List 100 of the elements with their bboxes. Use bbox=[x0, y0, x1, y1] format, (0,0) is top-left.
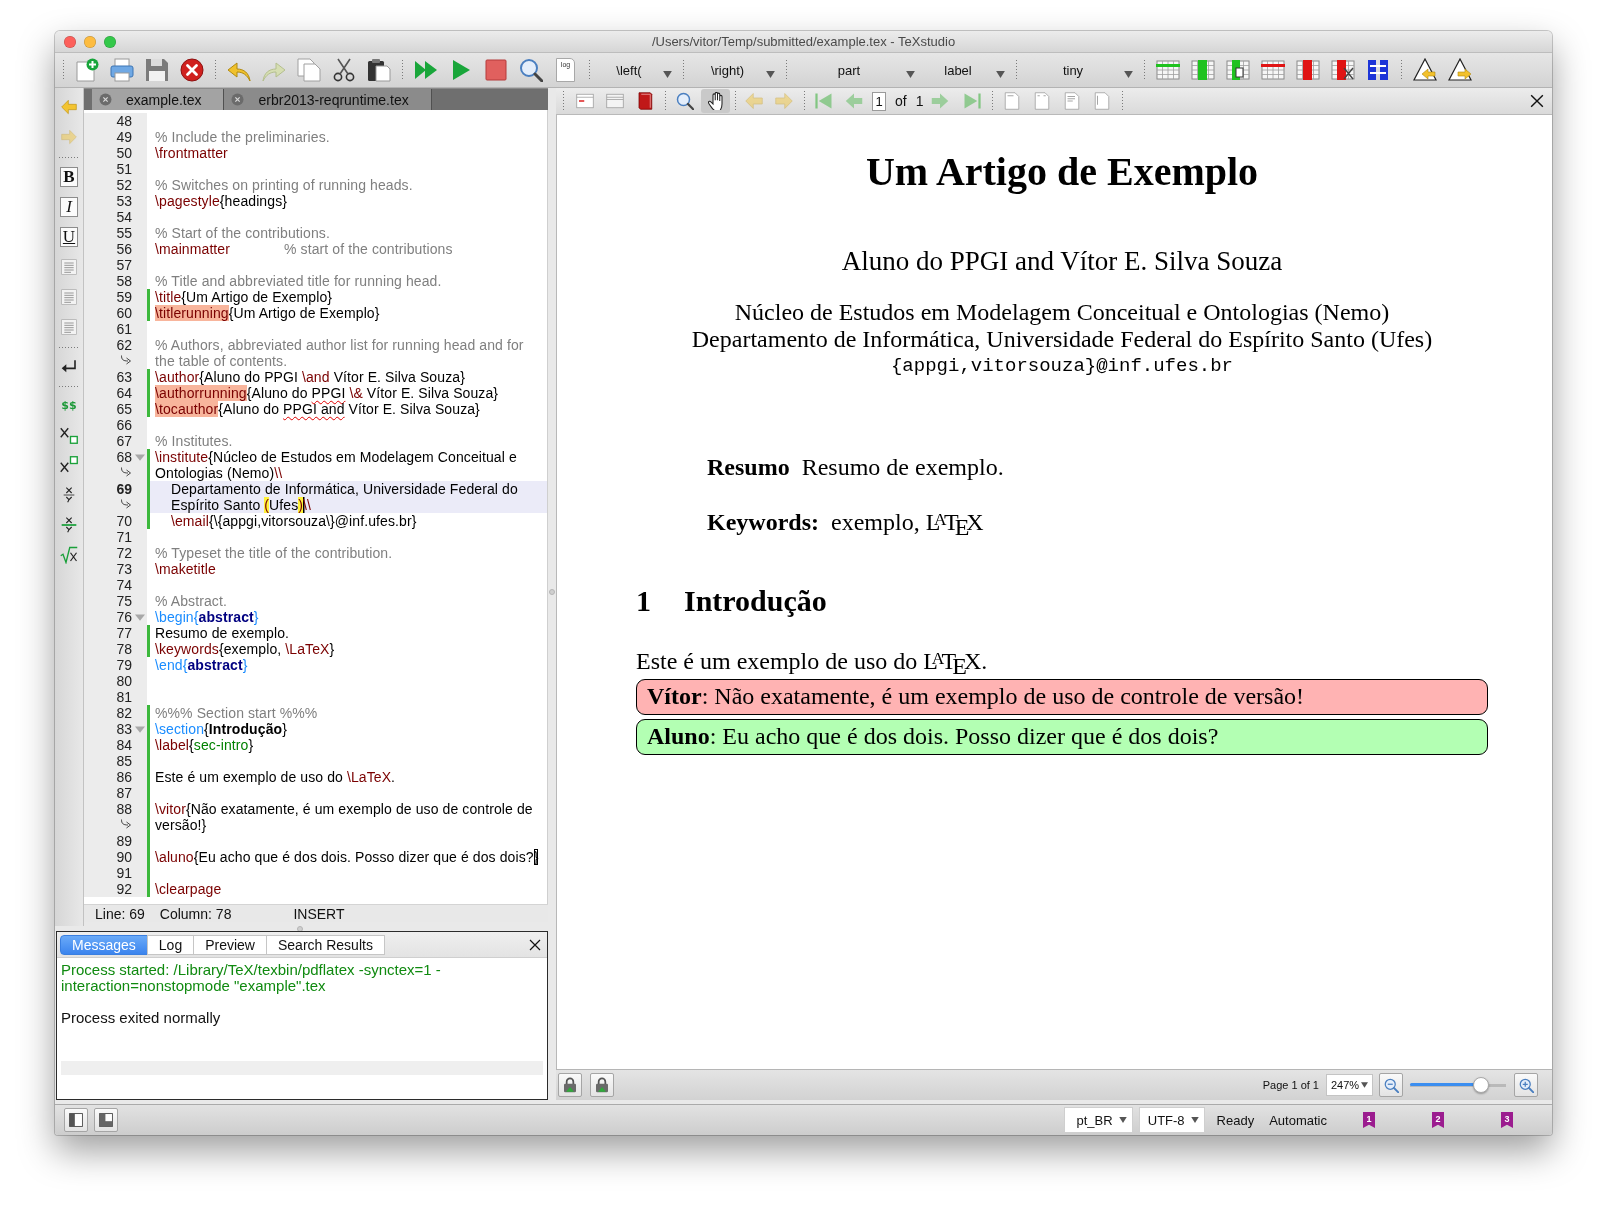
search-icon[interactable] bbox=[676, 92, 694, 110]
split-view-icon[interactable] bbox=[576, 92, 594, 110]
layout-button[interactable] bbox=[64, 1108, 88, 1132]
page-icon[interactable] bbox=[1093, 92, 1112, 110]
toolbar-dropdown[interactable]: tiny bbox=[1022, 56, 1138, 84]
text-lines-icon[interactable] bbox=[61, 319, 77, 335]
affiliation-line: Núcleo de Estudos em Modelagem Conceitual e Ontologias (Nemo) bbox=[734, 299, 1390, 326]
hand-tool-button[interactable] bbox=[701, 89, 730, 113]
code-line: \clearpage bbox=[155, 881, 222, 897]
language-dropdown[interactable]: pt_BR bbox=[1063, 1107, 1133, 1133]
double-play-icon[interactable] bbox=[413, 58, 438, 82]
code-line: versão!} bbox=[155, 817, 207, 833]
book-icon[interactable] bbox=[636, 92, 654, 110]
close-icon[interactable] bbox=[529, 938, 541, 951]
table-column-icon[interactable] bbox=[1190, 58, 1215, 82]
text-lines-icon[interactable] bbox=[61, 259, 77, 275]
fold-triangle-icon[interactable] bbox=[134, 725, 145, 733]
return-arrow-icon[interactable] bbox=[61, 359, 77, 375]
caret-icon[interactable] bbox=[1361, 1082, 1369, 1088]
code-line: Este é um exemplo de uso do \LaTeX. bbox=[155, 769, 396, 785]
text-lines-icon[interactable] bbox=[61, 289, 77, 305]
window-zoom-button[interactable] bbox=[104, 35, 116, 48]
toolbar-dropdown[interactable]: \left( bbox=[595, 56, 677, 84]
page-plus-icon[interactable] bbox=[74, 58, 99, 82]
stacked-pages-icon[interactable] bbox=[296, 58, 321, 82]
table-row-icon[interactable] bbox=[1260, 58, 1285, 82]
page-icon[interactable] bbox=[1063, 92, 1082, 110]
caret-icon[interactable] bbox=[1118, 1117, 1127, 1123]
triangle-arrow-icon[interactable] bbox=[1447, 58, 1472, 82]
abstract-label: Resumo bbox=[707, 454, 790, 481]
toolbar-dropdown[interactable]: label bbox=[920, 56, 1010, 84]
table-column-scissors-icon[interactable] bbox=[1330, 58, 1355, 82]
panel-layout-icon[interactable] bbox=[69, 1113, 83, 1127]
page-number-field[interactable]: 1 bbox=[872, 91, 886, 111]
triangle-arrow-icon[interactable] bbox=[1412, 58, 1437, 82]
keywords-label: Keywords: bbox=[707, 509, 819, 536]
hand-icon[interactable] bbox=[706, 92, 725, 110]
line-number: 76 bbox=[116, 609, 132, 625]
caret-icon[interactable] bbox=[906, 71, 915, 78]
line-number: 58 bbox=[116, 273, 132, 289]
scissors-icon[interactable] bbox=[331, 58, 356, 82]
table-row-icon[interactable] bbox=[1155, 58, 1180, 82]
line-number: 84 bbox=[116, 737, 132, 753]
caret-icon[interactable] bbox=[663, 71, 672, 78]
italic-button[interactable]: I bbox=[60, 197, 78, 217]
bookmark-button[interactable]: 2 bbox=[1432, 1112, 1444, 1128]
code-line: \maketitle bbox=[155, 561, 216, 577]
layout-button[interactable] bbox=[94, 1108, 118, 1132]
splitter-handle[interactable] bbox=[549, 589, 555, 595]
bookmark-button[interactable]: 1 bbox=[1363, 1112, 1375, 1128]
line-number: 87 bbox=[116, 785, 132, 801]
fraction-icon[interactable] bbox=[61, 487, 77, 503]
fold-triangle-icon[interactable] bbox=[134, 613, 145, 621]
caret-icon[interactable] bbox=[1124, 71, 1133, 78]
clipboard-icon[interactable] bbox=[366, 58, 391, 82]
bookmark-button[interactable]: 3 bbox=[1501, 1112, 1513, 1128]
caret-icon[interactable] bbox=[1190, 1117, 1199, 1123]
slider-thumb[interactable] bbox=[1473, 1077, 1490, 1093]
code-line: % Abstract. bbox=[155, 593, 227, 609]
code-line: the table of contents. bbox=[155, 353, 288, 369]
panel-layout-icon[interactable] bbox=[99, 1113, 113, 1127]
bold-button[interactable]: B bbox=[60, 167, 78, 187]
panel-tab[interactable]: Search Results bbox=[265, 934, 385, 955]
table-column-icon[interactable] bbox=[1295, 58, 1320, 82]
fold-triangle-icon[interactable] bbox=[134, 453, 145, 461]
window-close-button[interactable] bbox=[64, 35, 76, 48]
toolbar-dropdown[interactable]: \right) bbox=[689, 56, 780, 84]
table-cell-icon[interactable] bbox=[1225, 58, 1250, 82]
line-number: 63 bbox=[116, 369, 132, 385]
wrap-arrow-icon bbox=[120, 467, 132, 479]
fraction-icon[interactable] bbox=[61, 517, 77, 533]
line-number: 57 bbox=[116, 257, 132, 273]
square-root-icon[interactable] bbox=[60, 546, 78, 564]
insert-mode-label: INSERT bbox=[293, 905, 345, 922]
table-split-icon[interactable] bbox=[1365, 58, 1390, 82]
code-line: \tocauthor{Aluno do PPGI and Vítor E. Silva Souza} bbox=[155, 401, 480, 417]
superscript-icon[interactable] bbox=[60, 456, 78, 474]
panel-tab[interactable]: Log bbox=[146, 934, 195, 955]
panel-tab[interactable]: Preview bbox=[193, 934, 267, 955]
printer-icon[interactable] bbox=[109, 58, 134, 82]
underline-button[interactable]: U bbox=[60, 227, 78, 247]
close-icon[interactable] bbox=[179, 58, 204, 82]
search-icon[interactable] bbox=[518, 58, 543, 82]
encoding-dropdown[interactable]: UTF-8 bbox=[1138, 1107, 1205, 1133]
section-title: Introdução bbox=[684, 583, 827, 619]
code-line: \vitor{Não exatamente, é um exemplo de uso de controle de bbox=[155, 801, 533, 817]
line-number: 91 bbox=[116, 865, 132, 881]
close-icon[interactable] bbox=[1530, 94, 1544, 108]
editor-tab[interactable]: example.tex bbox=[92, 89, 225, 110]
code-line: Departamento de Informática, Universidade Federal do bbox=[170, 481, 518, 497]
line-number: 69 bbox=[116, 481, 132, 497]
caret-icon[interactable] bbox=[996, 71, 1005, 78]
subscript-icon[interactable] bbox=[60, 426, 78, 444]
toolbar-dropdown[interactable]: part bbox=[792, 56, 920, 84]
code-line: \label{sec-intro} bbox=[155, 737, 254, 753]
zoom-dropdown[interactable]: 247% bbox=[1326, 1074, 1373, 1096]
editor-tab[interactable]: erbr2013-reqruntime.tex bbox=[224, 89, 432, 110]
windows-icon[interactable] bbox=[606, 92, 624, 110]
caret-icon[interactable] bbox=[766, 71, 775, 78]
stop-icon[interactable] bbox=[483, 58, 508, 82]
